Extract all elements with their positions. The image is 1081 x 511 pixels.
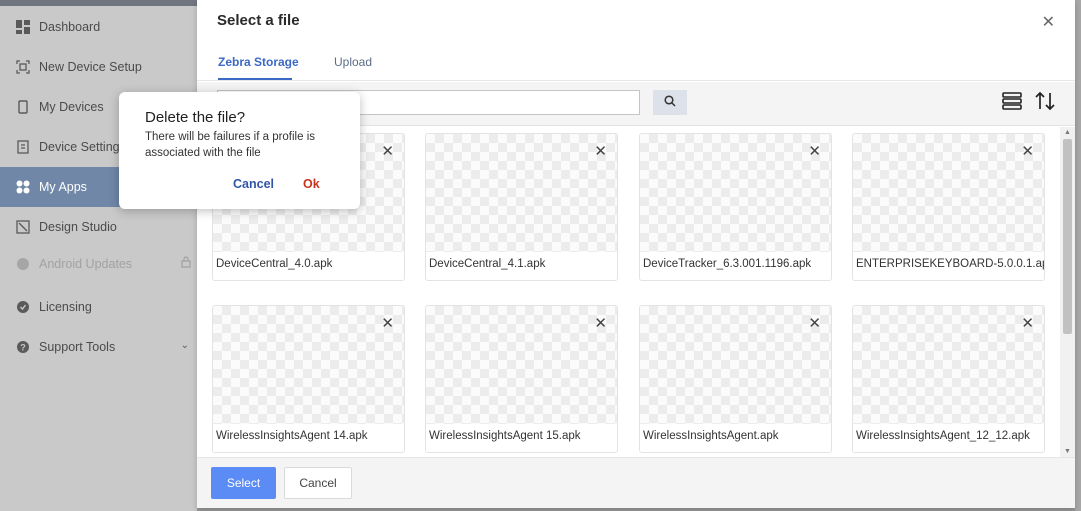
file-card[interactable]: ✕ DeviceCentral_4.1.apk bbox=[425, 133, 618, 281]
sidebar-item-label: Licensing bbox=[39, 300, 92, 314]
dashboard-icon bbox=[16, 20, 30, 34]
sidebar-item-new-device-setup[interactable]: New Device Setup bbox=[0, 47, 197, 87]
sort-icon bbox=[1034, 91, 1056, 116]
select-button[interactable]: Select bbox=[211, 467, 276, 499]
select-file-modal: Select a file ✕ Zebra Storage Upload ✕ D… bbox=[197, 0, 1075, 508]
cancel-button[interactable]: Cancel bbox=[284, 467, 352, 499]
delete-file-icon[interactable]: ✕ bbox=[381, 142, 394, 160]
search-icon bbox=[664, 95, 676, 110]
scroll-down-icon[interactable]: ▼ bbox=[1064, 448, 1071, 455]
file-name: DeviceTracker_6.3.001.1196.apk bbox=[643, 258, 812, 270]
popover-cancel-button[interactable]: Cancel bbox=[233, 177, 274, 191]
file-name: DeviceCentral_4.1.apk bbox=[429, 258, 546, 270]
file-card[interactable]: ✕ WirelessInsightsAgent_12_12.apk bbox=[852, 305, 1045, 453]
tab-zebra-storage[interactable]: Zebra Storage bbox=[218, 55, 299, 69]
badge-icon bbox=[16, 300, 30, 314]
sidebar-item-label: Support Tools bbox=[39, 340, 116, 354]
design-icon bbox=[16, 220, 30, 234]
lock-icon bbox=[181, 256, 191, 271]
file-name: WirelessInsightsAgent_12_12.apk bbox=[856, 430, 1030, 442]
delete-file-icon[interactable]: ✕ bbox=[381, 314, 394, 332]
close-icon[interactable]: ✕ bbox=[1042, 12, 1055, 32]
scrollbar[interactable]: ▲ ▼ bbox=[1060, 127, 1075, 457]
file-thumbnail bbox=[853, 306, 1044, 424]
file-thumbnail bbox=[640, 134, 831, 252]
svg-text:?: ? bbox=[20, 343, 26, 353]
file-name: WirelessInsightsAgent 14.apk bbox=[216, 430, 368, 442]
tab-underline bbox=[218, 78, 292, 80]
scroll-up-icon[interactable]: ▲ bbox=[1064, 129, 1071, 136]
file-name: DeviceCentral_4.0.apk bbox=[216, 258, 333, 270]
delete-file-icon[interactable]: ✕ bbox=[808, 314, 821, 332]
popover-title: Delete the file? bbox=[145, 109, 246, 126]
file-thumbnail bbox=[426, 134, 617, 252]
android-icon bbox=[16, 257, 30, 271]
popover-ok-button[interactable]: Ok bbox=[303, 177, 320, 191]
background-strip bbox=[1075, 0, 1081, 511]
sidebar-item-android-updates: Android Updates bbox=[0, 244, 197, 284]
popover-message: There will be failures if a profile is a… bbox=[145, 131, 316, 159]
sidebar-item-support-tools[interactable]: ? Support Tools ⌄ bbox=[0, 327, 197, 367]
qr-scan-icon bbox=[16, 60, 30, 74]
file-card[interactable]: ✕ ENTERPRISEKEYBOARD-5.0.0.1.apk bbox=[852, 133, 1045, 281]
file-thumbnail bbox=[853, 134, 1044, 252]
sidebar-item-dashboard[interactable]: Dashboard bbox=[0, 7, 197, 47]
sort-button[interactable] bbox=[1033, 91, 1057, 116]
sidebar-item-label: Design Studio bbox=[39, 220, 117, 234]
file-thumbnail bbox=[640, 306, 831, 424]
delete-confirm-popover: Delete the file? There will be failures … bbox=[119, 92, 360, 209]
delete-file-icon[interactable]: ✕ bbox=[594, 314, 607, 332]
file-card[interactable]: ✕ WirelessInsightsAgent 15.apk bbox=[425, 305, 618, 453]
sidebar-item-label: Dashboard bbox=[39, 20, 101, 34]
chevron-down-icon: ⌄ bbox=[180, 340, 189, 351]
file-thumbnail bbox=[213, 306, 404, 424]
sidebar-item-design-studio[interactable]: Design Studio bbox=[0, 207, 197, 247]
delete-file-icon[interactable]: ✕ bbox=[594, 142, 607, 160]
file-name: ENTERPRISEKEYBOARD-5.0.0.1.apk bbox=[856, 258, 1045, 270]
file-card[interactable]: ✕ DeviceTracker_6.3.001.1196.apk bbox=[639, 133, 832, 281]
modal-title: Select a file bbox=[217, 12, 300, 29]
delete-file-icon[interactable]: ✕ bbox=[808, 142, 821, 160]
file-thumbnail bbox=[426, 306, 617, 424]
file-card[interactable]: ✕ WirelessInsightsAgent.apk bbox=[639, 305, 832, 453]
apps-icon bbox=[16, 180, 30, 194]
sidebar-top-strip bbox=[0, 0, 197, 6]
sidebar-item-label: My Devices bbox=[39, 100, 104, 114]
delete-file-icon[interactable]: ✕ bbox=[1021, 142, 1034, 160]
phone-icon bbox=[16, 100, 30, 114]
modal-footer: Select Cancel bbox=[197, 457, 1075, 508]
settings-doc-icon bbox=[16, 140, 30, 154]
delete-file-icon[interactable]: ✕ bbox=[1021, 314, 1034, 332]
sidebar: Dashboard New Device Setup My Devices De… bbox=[0, 0, 197, 511]
search-button[interactable] bbox=[653, 90, 687, 115]
tab-bar: Zebra Storage Upload bbox=[197, 48, 1075, 81]
sidebar-item-label: My Apps bbox=[39, 180, 87, 194]
tab-upload[interactable]: Upload bbox=[334, 55, 372, 69]
sidebar-item-label: New Device Setup bbox=[39, 60, 142, 74]
scrollbar-thumb[interactable] bbox=[1063, 139, 1072, 334]
help-icon: ? bbox=[16, 340, 30, 354]
file-name: WirelessInsightsAgent.apk bbox=[643, 430, 779, 442]
file-card[interactable]: ✕ WirelessInsightsAgent 14.apk bbox=[212, 305, 405, 453]
sidebar-item-licensing[interactable]: Licensing bbox=[0, 287, 197, 327]
list-view-button[interactable] bbox=[1001, 91, 1023, 116]
sidebar-item-label: Device Settings bbox=[39, 140, 126, 154]
list-view-icon bbox=[1002, 91, 1022, 116]
file-name: WirelessInsightsAgent 15.apk bbox=[429, 430, 581, 442]
sidebar-item-label: Android Updates bbox=[39, 257, 133, 271]
